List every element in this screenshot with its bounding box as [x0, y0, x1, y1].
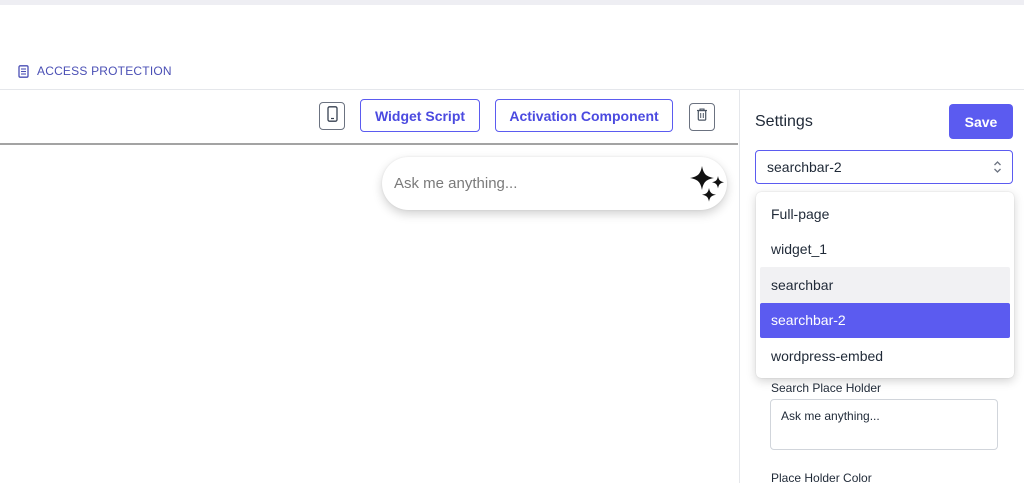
- searchbar-placeholder: Ask me anything...: [394, 175, 518, 192]
- document-icon: [18, 64, 29, 78]
- settings-title: Settings: [755, 113, 813, 130]
- search-placeholder-label: Search Place Holder: [771, 381, 882, 395]
- dropdown-option-hovered[interactable]: searchbar: [760, 267, 1010, 303]
- mobile-device-icon: [326, 105, 338, 127]
- component-dropdown: Full-page widget_1 searchbar searchbar-2…: [756, 192, 1014, 378]
- select-value: searchbar-2: [767, 159, 842, 175]
- component-select[interactable]: searchbar-2: [755, 150, 1013, 184]
- header-divider: [0, 89, 1024, 90]
- dropdown-option[interactable]: Full-page: [760, 196, 1010, 232]
- search-placeholder-input[interactable]: Ask me anything...: [770, 399, 998, 450]
- mobile-preview-button[interactable]: [319, 102, 345, 130]
- activation-component-button[interactable]: Activation Component: [495, 99, 673, 132]
- dropdown-option[interactable]: widget_1: [760, 232, 1010, 268]
- top-strip: [0, 0, 1024, 5]
- preview-top-border: [0, 143, 738, 145]
- breadcrumb[interactable]: ACCESS PROTECTION: [18, 64, 172, 78]
- trash-icon: [696, 108, 708, 126]
- widget-script-button[interactable]: Widget Script: [360, 99, 480, 132]
- dropdown-option-selected[interactable]: searchbar-2: [760, 302, 1010, 338]
- delete-button[interactable]: [689, 103, 715, 131]
- sparkles-icon[interactable]: [685, 162, 727, 209]
- preview-searchbar[interactable]: Ask me anything...: [382, 157, 727, 210]
- panel-divider: [739, 89, 740, 483]
- dropdown-option[interactable]: wordpress-embed: [760, 338, 1010, 374]
- breadcrumb-label: ACCESS PROTECTION: [37, 64, 172, 78]
- save-button[interactable]: Save: [949, 104, 1013, 139]
- select-chevron-icon: [993, 160, 1002, 175]
